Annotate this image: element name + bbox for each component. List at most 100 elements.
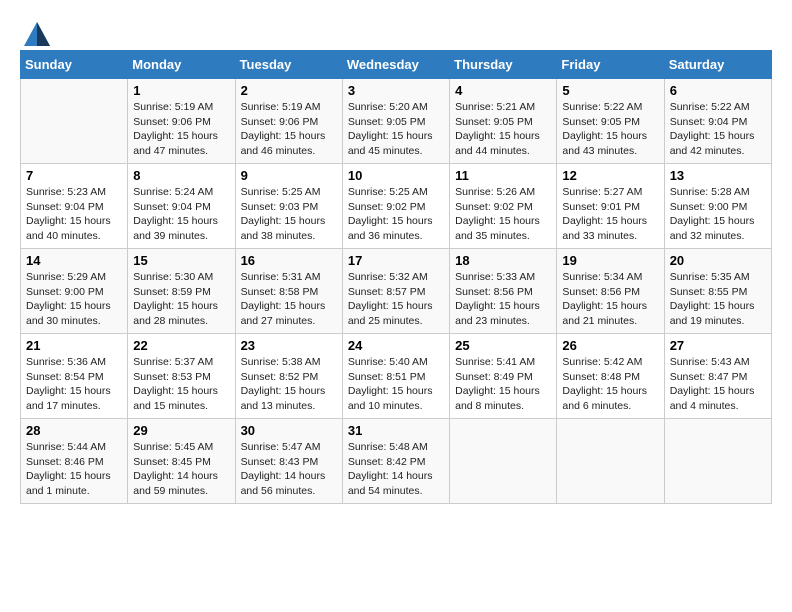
day-number: 12 bbox=[562, 168, 658, 183]
cell-sun-info: Sunrise: 5:30 AMSunset: 8:59 PMDaylight:… bbox=[133, 270, 229, 329]
day-number: 3 bbox=[348, 83, 444, 98]
day-number: 17 bbox=[348, 253, 444, 268]
cell-sun-info: Sunrise: 5:28 AMSunset: 9:00 PMDaylight:… bbox=[670, 185, 766, 244]
cell-sun-info: Sunrise: 5:36 AMSunset: 8:54 PMDaylight:… bbox=[26, 355, 122, 414]
cell-sun-info: Sunrise: 5:41 AMSunset: 8:49 PMDaylight:… bbox=[455, 355, 551, 414]
calendar-cell: 10 Sunrise: 5:25 AMSunset: 9:02 PMDayligh… bbox=[342, 164, 449, 249]
calendar-cell: 26 Sunrise: 5:42 AMSunset: 8:48 PMDayligh… bbox=[557, 334, 664, 419]
cell-sun-info: Sunrise: 5:38 AMSunset: 8:52 PMDaylight:… bbox=[241, 355, 337, 414]
calendar-table: SundayMondayTuesdayWednesdayThursdayFrid… bbox=[20, 50, 772, 504]
day-number: 14 bbox=[26, 253, 122, 268]
day-header-monday: Monday bbox=[128, 51, 235, 79]
calendar-cell: 28 Sunrise: 5:44 AMSunset: 8:46 PMDayligh… bbox=[21, 419, 128, 504]
day-number: 25 bbox=[455, 338, 551, 353]
day-number: 20 bbox=[670, 253, 766, 268]
day-number: 28 bbox=[26, 423, 122, 438]
cell-sun-info: Sunrise: 5:21 AMSunset: 9:05 PMDaylight:… bbox=[455, 100, 551, 159]
calendar-cell: 23 Sunrise: 5:38 AMSunset: 8:52 PMDayligh… bbox=[235, 334, 342, 419]
cell-sun-info: Sunrise: 5:32 AMSunset: 8:57 PMDaylight:… bbox=[348, 270, 444, 329]
calendar-cell: 16Sunrise: 5:31 AMSunset: 8:58 PMDayligh… bbox=[235, 249, 342, 334]
day-number: 30 bbox=[241, 423, 337, 438]
day-header-tuesday: Tuesday bbox=[235, 51, 342, 79]
calendar-cell: 30 Sunrise: 5:47 AMSunset: 8:43 PMDayligh… bbox=[235, 419, 342, 504]
day-number: 13 bbox=[670, 168, 766, 183]
logo bbox=[20, 20, 52, 40]
calendar-cell: 24 Sunrise: 5:40 AMSunset: 8:51 PMDayligh… bbox=[342, 334, 449, 419]
calendar-cell bbox=[664, 419, 771, 504]
cell-sun-info: Sunrise: 5:24 AMSunset: 9:04 PMDaylight:… bbox=[133, 185, 229, 244]
logo-icon bbox=[22, 20, 52, 48]
cell-sun-info: Sunrise: 5:43 AMSunset: 8:47 PMDaylight:… bbox=[670, 355, 766, 414]
calendar-cell: 6Sunrise: 5:22 AMSunset: 9:04 PMDaylight… bbox=[664, 79, 771, 164]
day-number: 18 bbox=[455, 253, 551, 268]
day-number: 9 bbox=[241, 168, 337, 183]
calendar-cell: 18 Sunrise: 5:33 AMSunset: 8:56 PMDayligh… bbox=[450, 249, 557, 334]
day-number: 15 bbox=[133, 253, 229, 268]
cell-sun-info: Sunrise: 5:27 AMSunset: 9:01 PMDaylight:… bbox=[562, 185, 658, 244]
day-number: 8 bbox=[133, 168, 229, 183]
calendar-cell: 19 Sunrise: 5:34 AMSunset: 8:56 PMDayligh… bbox=[557, 249, 664, 334]
calendar-cell: 7Sunrise: 5:23 AMSunset: 9:04 PMDaylight… bbox=[21, 164, 128, 249]
day-number: 29 bbox=[133, 423, 229, 438]
cell-sun-info: Sunrise: 5:22 AMSunset: 9:05 PMDaylight:… bbox=[562, 100, 658, 159]
calendar-cell: 4 Sunrise: 5:21 AMSunset: 9:05 PMDaylight… bbox=[450, 79, 557, 164]
calendar-cell: 2Sunrise: 5:19 AMSunset: 9:06 PMDaylight… bbox=[235, 79, 342, 164]
day-number: 24 bbox=[348, 338, 444, 353]
day-header-sunday: Sunday bbox=[21, 51, 128, 79]
calendar-cell: 15 Sunrise: 5:30 AMSunset: 8:59 PMDayligh… bbox=[128, 249, 235, 334]
day-number: 5 bbox=[562, 83, 658, 98]
calendar-cell: 22 Sunrise: 5:37 AMSunset: 8:53 PMDayligh… bbox=[128, 334, 235, 419]
day-number: 19 bbox=[562, 253, 658, 268]
calendar-cell: 13 Sunrise: 5:28 AMSunset: 9:00 PMDayligh… bbox=[664, 164, 771, 249]
day-number: 27 bbox=[670, 338, 766, 353]
calendar-cell: 11Sunrise: 5:26 AMSunset: 9:02 PMDayligh… bbox=[450, 164, 557, 249]
calendar-cell bbox=[557, 419, 664, 504]
calendar-cell bbox=[21, 79, 128, 164]
cell-sun-info: Sunrise: 5:42 AMSunset: 8:48 PMDaylight:… bbox=[562, 355, 658, 414]
calendar-cell: 5 Sunrise: 5:22 AMSunset: 9:05 PMDaylight… bbox=[557, 79, 664, 164]
calendar-cell: 25 Sunrise: 5:41 AMSunset: 8:49 PMDayligh… bbox=[450, 334, 557, 419]
calendar-cell: 9 Sunrise: 5:25 AMSunset: 9:03 PMDaylight… bbox=[235, 164, 342, 249]
calendar-cell: 31 Sunrise: 5:48 AMSunset: 8:42 PMDayligh… bbox=[342, 419, 449, 504]
day-number: 4 bbox=[455, 83, 551, 98]
calendar-cell: 3Sunrise: 5:20 AMSunset: 9:05 PMDaylight… bbox=[342, 79, 449, 164]
cell-sun-info: Sunrise: 5:25 AMSunset: 9:03 PMDaylight:… bbox=[241, 185, 337, 244]
day-header-wednesday: Wednesday bbox=[342, 51, 449, 79]
day-number: 21 bbox=[26, 338, 122, 353]
cell-sun-info: Sunrise: 5:37 AMSunset: 8:53 PMDaylight:… bbox=[133, 355, 229, 414]
day-number: 26 bbox=[562, 338, 658, 353]
cell-sun-info: Sunrise: 5:23 AMSunset: 9:04 PMDaylight:… bbox=[26, 185, 122, 244]
day-number: 23 bbox=[241, 338, 337, 353]
day-header-thursday: Thursday bbox=[450, 51, 557, 79]
calendar-cell: 12 Sunrise: 5:27 AMSunset: 9:01 PMDayligh… bbox=[557, 164, 664, 249]
cell-sun-info: Sunrise: 5:19 AMSunset: 9:06 PMDaylight:… bbox=[133, 100, 229, 159]
day-number: 11 bbox=[455, 168, 551, 183]
week-row-2: 7Sunrise: 5:23 AMSunset: 9:04 PMDaylight… bbox=[21, 164, 772, 249]
cell-sun-info: Sunrise: 5:47 AMSunset: 8:43 PMDaylight:… bbox=[241, 440, 337, 499]
day-number: 31 bbox=[348, 423, 444, 438]
calendar-cell: 21 Sunrise: 5:36 AMSunset: 8:54 PMDayligh… bbox=[21, 334, 128, 419]
week-row-3: 14Sunrise: 5:29 AMSunset: 9:00 PMDayligh… bbox=[21, 249, 772, 334]
day-number: 10 bbox=[348, 168, 444, 183]
calendar-cell: 20 Sunrise: 5:35 AMSunset: 8:55 PMDayligh… bbox=[664, 249, 771, 334]
calendar-cell: 14Sunrise: 5:29 AMSunset: 9:00 PMDayligh… bbox=[21, 249, 128, 334]
day-number: 22 bbox=[133, 338, 229, 353]
cell-sun-info: Sunrise: 5:48 AMSunset: 8:42 PMDaylight:… bbox=[348, 440, 444, 499]
cell-sun-info: Sunrise: 5:40 AMSunset: 8:51 PMDaylight:… bbox=[348, 355, 444, 414]
cell-sun-info: Sunrise: 5:25 AMSunset: 9:02 PMDaylight:… bbox=[348, 185, 444, 244]
cell-sun-info: Sunrise: 5:19 AMSunset: 9:06 PMDaylight:… bbox=[241, 100, 337, 159]
week-row-5: 28 Sunrise: 5:44 AMSunset: 8:46 PMDayligh… bbox=[21, 419, 772, 504]
calendar-cell bbox=[450, 419, 557, 504]
cell-sun-info: Sunrise: 5:33 AMSunset: 8:56 PMDaylight:… bbox=[455, 270, 551, 329]
cell-sun-info: Sunrise: 5:35 AMSunset: 8:55 PMDaylight:… bbox=[670, 270, 766, 329]
calendar-cell: 29 Sunrise: 5:45 AMSunset: 8:45 PMDayligh… bbox=[128, 419, 235, 504]
cell-sun-info: Sunrise: 5:34 AMSunset: 8:56 PMDaylight:… bbox=[562, 270, 658, 329]
week-row-4: 21 Sunrise: 5:36 AMSunset: 8:54 PMDayligh… bbox=[21, 334, 772, 419]
week-row-1: 1Sunrise: 5:19 AMSunset: 9:06 PMDaylight… bbox=[21, 79, 772, 164]
cell-sun-info: Sunrise: 5:44 AMSunset: 8:46 PMDaylight:… bbox=[26, 440, 122, 499]
cell-sun-info: Sunrise: 5:22 AMSunset: 9:04 PMDaylight:… bbox=[670, 100, 766, 159]
calendar-cell: 27 Sunrise: 5:43 AMSunset: 8:47 PMDayligh… bbox=[664, 334, 771, 419]
cell-sun-info: Sunrise: 5:45 AMSunset: 8:45 PMDaylight:… bbox=[133, 440, 229, 499]
calendar-cell: 17 Sunrise: 5:32 AMSunset: 8:57 PMDayligh… bbox=[342, 249, 449, 334]
page-header bbox=[20, 20, 772, 40]
